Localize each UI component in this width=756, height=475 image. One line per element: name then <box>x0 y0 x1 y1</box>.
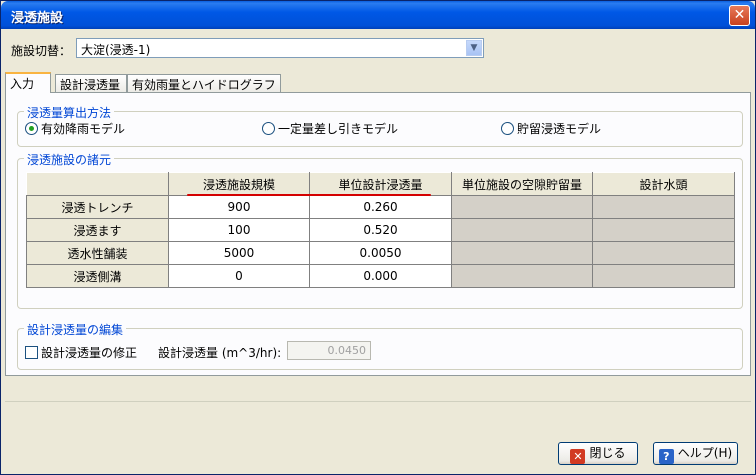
facility-table: 浸透施設規模 単位設計浸透量 単位施設の空隙貯留量 設計水頭 浸透トレンチ 90… <box>26 172 735 288</box>
unit-infiltration-cell[interactable]: 0.000 <box>309 264 452 288</box>
modify-infiltration-checkbox[interactable]: 設計浸透量の修正 <box>25 344 137 361</box>
column-header-void-storage: 単位施設の空隙貯留量 <box>451 172 593 196</box>
column-header-unit-infiltration: 単位設計浸透量 <box>309 172 452 196</box>
void-storage-cell <box>451 241 593 265</box>
close-icon[interactable]: ✕ <box>729 5 750 26</box>
radio-storage-infiltration-label: 貯留浸透モデル <box>517 122 602 136</box>
table-header-row: 浸透施設規模 単位設計浸透量 単位施設の空隙貯留量 設計水頭 <box>26 172 735 196</box>
method-legend: 浸透量算出方法 <box>24 104 115 121</box>
table-row: 浸透側溝 0 0.000 <box>26 264 735 288</box>
window-title: 浸透施設 <box>11 11 64 26</box>
chevron-down-icon[interactable]: ▼ <box>466 40 482 56</box>
void-storage-cell <box>451 218 593 242</box>
column-header-design-head: 設計水頭 <box>592 172 735 196</box>
edit-legend: 設計浸透量の編集 <box>24 321 127 338</box>
void-storage-cell <box>451 264 593 288</box>
table-row: 浸透ます 100 0.520 <box>26 218 735 242</box>
scale-cell[interactable]: 0 <box>168 264 310 288</box>
scale-cell[interactable]: 100 <box>168 218 310 242</box>
radio-effective-rainfall-label: 有効降雨モデル <box>41 122 126 136</box>
tab-design-infiltration[interactable]: 設計浸透量 <box>55 74 127 92</box>
tab-effective-rainfall[interactable]: 有効雨量とハイドログラフ <box>127 74 281 92</box>
title-bar[interactable]: 浸透施設 ✕ <box>1 1 755 29</box>
row-header: 浸透トレンチ <box>26 195 169 219</box>
design-head-cell <box>592 264 735 288</box>
unit-infiltration-cell[interactable]: 0.260 <box>309 195 452 219</box>
unit-infiltration-cell[interactable]: 0.0050 <box>309 241 452 265</box>
radio-constant-subtraction[interactable]: 一定量差し引きモデル <box>262 120 398 137</box>
design-head-cell <box>592 218 735 242</box>
scale-cell[interactable]: 900 <box>168 195 310 219</box>
radio-storage-infiltration[interactable]: 貯留浸透モデル <box>501 120 601 137</box>
design-infiltration-label: 設計浸透量 (m^3/hr): <box>158 346 282 360</box>
table-row: 浸透トレンチ 900 0.260 <box>26 195 735 219</box>
radio-constant-subtraction-label: 一定量差し引きモデル <box>278 122 399 136</box>
dialog-window: 浸透施設 ✕ 施設切替： 大淀(浸透-1) ▼ 入力 設計浸透量 有効雨量とハイ… <box>0 0 756 475</box>
row-header: 透水性舗装 <box>26 241 169 265</box>
facility-switch-value: 大淀(浸透-1) <box>81 43 151 57</box>
tab-effective-rainfall-label: 有効雨量とハイドログラフ <box>132 78 276 92</box>
unit-infiltration-cell[interactable]: 0.520 <box>309 218 452 242</box>
facility-legend: 浸透施設の諸元 <box>24 151 115 168</box>
close-icon: ✕ <box>570 449 586 464</box>
design-head-cell <box>592 195 735 219</box>
tab-input[interactable]: 入力 <box>5 72 51 93</box>
radio-unselected-icon[interactable] <box>262 122 275 135</box>
facility-switch-select[interactable]: 大淀(浸透-1) ▼ <box>76 38 484 58</box>
tab-design-infiltration-label: 設計浸透量 <box>60 78 121 92</box>
radio-selected-icon[interactable] <box>25 122 38 135</box>
radio-effective-rainfall[interactable]: 有効降雨モデル <box>25 120 125 137</box>
column-header-scale: 浸透施設規模 <box>168 172 310 196</box>
scale-cell[interactable]: 5000 <box>168 241 310 265</box>
tab-input-label: 入力 <box>10 77 35 91</box>
void-storage-cell <box>451 195 593 219</box>
radio-unselected-icon[interactable] <box>501 122 514 135</box>
facility-switch-label: 施設切替： <box>11 44 72 58</box>
close-button[interactable]: ✕ 閉じる <box>558 442 638 465</box>
design-head-cell <box>592 241 735 265</box>
modify-infiltration-label: 設計浸透量の修正 <box>41 346 138 360</box>
design-infiltration-field: 0.0450 <box>287 341 371 360</box>
row-header: 浸透ます <box>26 218 169 242</box>
close-button-label: 閉じる <box>589 446 626 460</box>
help-icon: ? <box>658 449 674 464</box>
help-button[interactable]: ? ヘルプ(H) <box>653 442 738 465</box>
status-bar <box>5 401 751 428</box>
table-row: 透水性舗装 5000 0.0050 <box>26 241 735 265</box>
help-button-label: ヘルプ(H) <box>677 446 733 460</box>
table-corner <box>26 172 169 196</box>
checkbox-icon[interactable] <box>25 346 38 359</box>
header-highlight-underline <box>187 194 431 196</box>
row-header: 浸透側溝 <box>26 264 169 288</box>
